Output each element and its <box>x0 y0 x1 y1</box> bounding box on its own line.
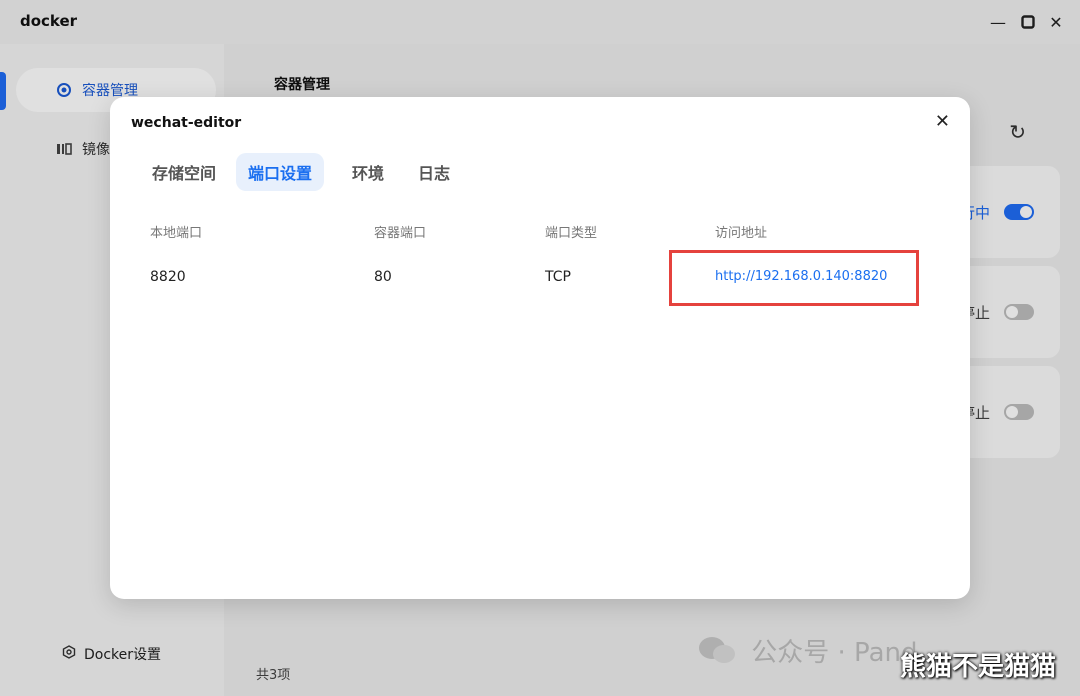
container-dialog: wechat-editor ✕ 存储空间 端口设置 环境 日志 本地端口 容器端… <box>110 97 970 599</box>
watermark-overlay-text: 熊猫不是猫猫 <box>900 652 1057 682</box>
column-header: 端口类型 <box>545 226 598 241</box>
dialog-title: wechat-editor <box>131 115 242 131</box>
highlight-box <box>669 250 919 306</box>
tab-logs[interactable]: 日志 <box>406 153 462 191</box>
local-port-cell: 8820 <box>150 269 186 285</box>
wechat-icon <box>697 635 737 672</box>
tab-ports[interactable]: 端口设置 <box>236 153 325 191</box>
tab-environment[interactable]: 环境 <box>340 153 396 191</box>
tab-storage[interactable]: 存储空间 <box>140 153 228 191</box>
column-header: 容器端口 <box>374 226 427 241</box>
column-header: 访问地址 <box>715 226 768 241</box>
column-header: 本地端口 <box>150 226 203 241</box>
port-type-cell: TCP <box>545 269 571 285</box>
watermark-label: 公众号 · Pand <box>751 638 918 668</box>
watermark-text: 公众号 · Pand <box>697 632 918 672</box>
container-port-cell: 80 <box>374 269 392 285</box>
close-icon[interactable]: ✕ <box>935 111 950 132</box>
